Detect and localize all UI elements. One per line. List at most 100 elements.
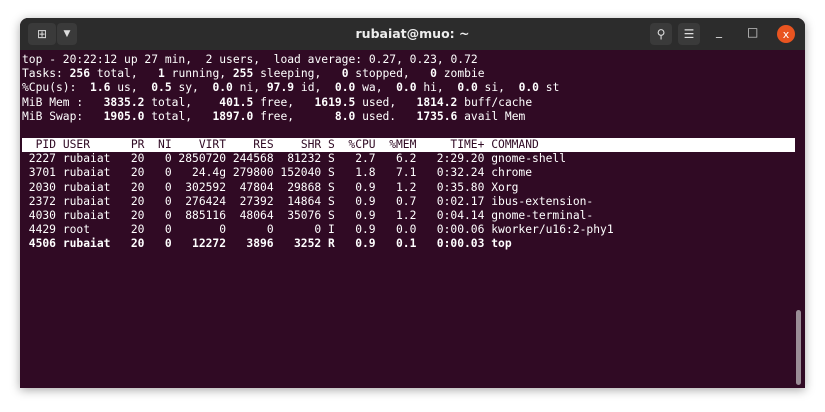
- scrollbar[interactable]: [796, 310, 801, 385]
- summary-text: used.: [355, 109, 417, 123]
- cell-pid: 4030: [28, 208, 56, 222]
- cell-res: 48064: [239, 208, 274, 222]
- cell-shr: 152040: [280, 166, 322, 180]
- cell-user: rubaiat: [62, 237, 111, 251]
- summary-text: top - 20:22:12 up 27 min, 2 users, load …: [22, 53, 478, 66]
- summary-text: us,: [110, 81, 152, 95]
- menu-button[interactable]: ☰: [678, 23, 700, 45]
- cell-command: gnome-shell: [491, 152, 567, 166]
- cell-pid: PID: [35, 137, 56, 151]
- minimize-button[interactable]: _: [716, 24, 722, 38]
- terminal-output[interactable]: top - 20:22:12 up 27 min, 2 users, load …: [22, 53, 795, 251]
- summary-text: MiB Mem :: [22, 95, 104, 109]
- cell-time: TIME+: [450, 137, 485, 151]
- cell-time: 0:02.17: [436, 194, 485, 208]
- cell-mem: 0.0: [396, 223, 417, 237]
- cell-virt: 2850720: [178, 152, 227, 166]
- cell-shr: 35076: [287, 208, 322, 222]
- cell-cpu: 1.8: [355, 166, 376, 180]
- summary-value: 1619.5: [314, 95, 356, 109]
- cell-pid: 3701: [28, 166, 56, 180]
- summary-value: 0: [430, 67, 437, 81]
- cell-ni: 0: [164, 180, 172, 194]
- summary-value: 1735.6: [416, 109, 458, 123]
- cell-cpu: 0.9: [355, 237, 376, 251]
- cell-mem: 0.7: [396, 194, 417, 208]
- summary-text: free,: [253, 95, 315, 109]
- summary-text: buff/cache: [457, 95, 533, 109]
- cell-mem: 7.1: [396, 166, 417, 180]
- cell-cpu: 0.9: [355, 223, 376, 237]
- table-row[interactable]: 4506 rubaiat 20 0 12272 3896 3252 R 0.9 0.1 0:00.…: [22, 237, 795, 251]
- cell-command: kworker/u16:2-phy1: [491, 223, 614, 237]
- summary-text: wa,: [355, 81, 397, 95]
- summary-value: 0.0: [457, 81, 478, 95]
- table-row[interactable]: 3701 rubaiat 20 0 24.4g 279800 152040 S 1.8 7.1 0…: [22, 166, 795, 180]
- summary-text: Tasks:: [22, 67, 70, 81]
- cell-shr: 81232: [287, 152, 322, 166]
- summary-line: top - 20:22:12 up 27 min, 2 users, load …: [22, 53, 795, 67]
- summary-text: stopped,: [348, 67, 431, 81]
- cell-pr: PR: [130, 137, 145, 151]
- cell-virt: 302592: [185, 180, 227, 194]
- cell-ni: 0: [164, 223, 172, 237]
- cell-cpu: 0.9: [355, 180, 376, 194]
- cell-mem: %MEM: [389, 137, 417, 151]
- cell-user: rubaiat: [62, 208, 111, 222]
- cell-mem: 1.2: [396, 208, 417, 222]
- summary-text: total,: [90, 67, 159, 81]
- close-button[interactable]: x: [777, 25, 795, 43]
- cell-time: 2:29.20: [436, 152, 485, 166]
- terminal-window: ⊞ ▼ rubaiat@muo: ~ ⚲ ☰ _ □ x top - 20:22…: [20, 18, 805, 388]
- title-bar: ⊞ ▼ rubaiat@muo: ~ ⚲ ☰ _ □ x: [20, 18, 805, 50]
- summary-value: 0.5: [151, 81, 172, 95]
- cell-user: root: [62, 223, 91, 237]
- summary-value: 0.0: [212, 81, 233, 95]
- search-button[interactable]: ⚲: [650, 23, 672, 45]
- cell-res: RES: [253, 137, 274, 151]
- summary-line: MiB Mem : 3835.2 total, 401.5 free, 1619…: [22, 96, 795, 110]
- summary-value: 255: [232, 67, 254, 81]
- summary-line: Tasks: 256 total, 1 running, 255 sleepin…: [22, 67, 795, 81]
- cell-pr: 20: [130, 208, 145, 222]
- summary-value: 0: [341, 67, 349, 81]
- maximize-button[interactable]: □: [747, 25, 758, 39]
- cell-state: S: [328, 152, 335, 166]
- cell-virt: VIRT: [198, 137, 227, 151]
- cell-pr: 20: [130, 166, 145, 180]
- cell-cpu: 2.7: [355, 152, 376, 166]
- cell-cpu: 0.9: [355, 208, 376, 222]
- cell-pr: 20: [130, 223, 145, 237]
- hamburger-icon: ☰: [683, 27, 695, 41]
- table-row[interactable]: 4429 root 20 0 0 0 0 I 0.9 0.0 0:00.06 kworker/u1…: [22, 223, 795, 237]
- table-row[interactable]: 2227 rubaiat 20 0 2850720 244568 81232 S 2.7 6.2…: [22, 152, 795, 166]
- cell-shr: 14864: [287, 194, 322, 208]
- cell-virt: 276424: [185, 194, 227, 208]
- summary-text: ni,: [232, 81, 267, 95]
- summary-text: running,: [164, 67, 233, 81]
- cell-mem: 1.2: [396, 180, 417, 194]
- cell-state: R: [328, 237, 335, 251]
- summary-text: id,: [294, 81, 335, 95]
- cell-shr: 29868: [287, 180, 322, 194]
- table-row[interactable]: 2372 rubaiat 20 0 276424 27392 14864 S 0.9 0.7 0:…: [22, 195, 795, 209]
- cell-cpu: 0.9: [355, 194, 376, 208]
- summary-line: MiB Swap: 1905.0 total, 1897.0 free, 8.0…: [22, 110, 795, 124]
- cell-time: 0:04.14: [436, 208, 485, 222]
- cell-user: rubaiat: [62, 152, 111, 166]
- cell-time: 0:00.06: [436, 223, 485, 237]
- cell-time: 0:00.03: [436, 237, 485, 251]
- summary-text: si,: [477, 81, 519, 95]
- summary-value: 1814.2: [416, 95, 458, 109]
- table-row[interactable]: 2030 rubaiat 20 0 302592 47804 29868 S 0.9 1.2 0:…: [22, 181, 795, 195]
- cell-ni: 0: [164, 237, 172, 251]
- summary-value: 8.0: [334, 109, 356, 123]
- summary-value: 3835.2: [103, 95, 145, 109]
- summary-text: MiB Swap:: [22, 109, 104, 123]
- cell-state: S: [328, 137, 335, 151]
- search-icon: ⚲: [656, 27, 666, 41]
- cell-state: S: [328, 194, 335, 208]
- cell-time: 0:35.80: [436, 180, 485, 194]
- cell-user: USER: [62, 137, 91, 151]
- table-row[interactable]: 4030 rubaiat 20 0 885116 48064 35076 S 0.9 1.2 0:…: [22, 209, 795, 223]
